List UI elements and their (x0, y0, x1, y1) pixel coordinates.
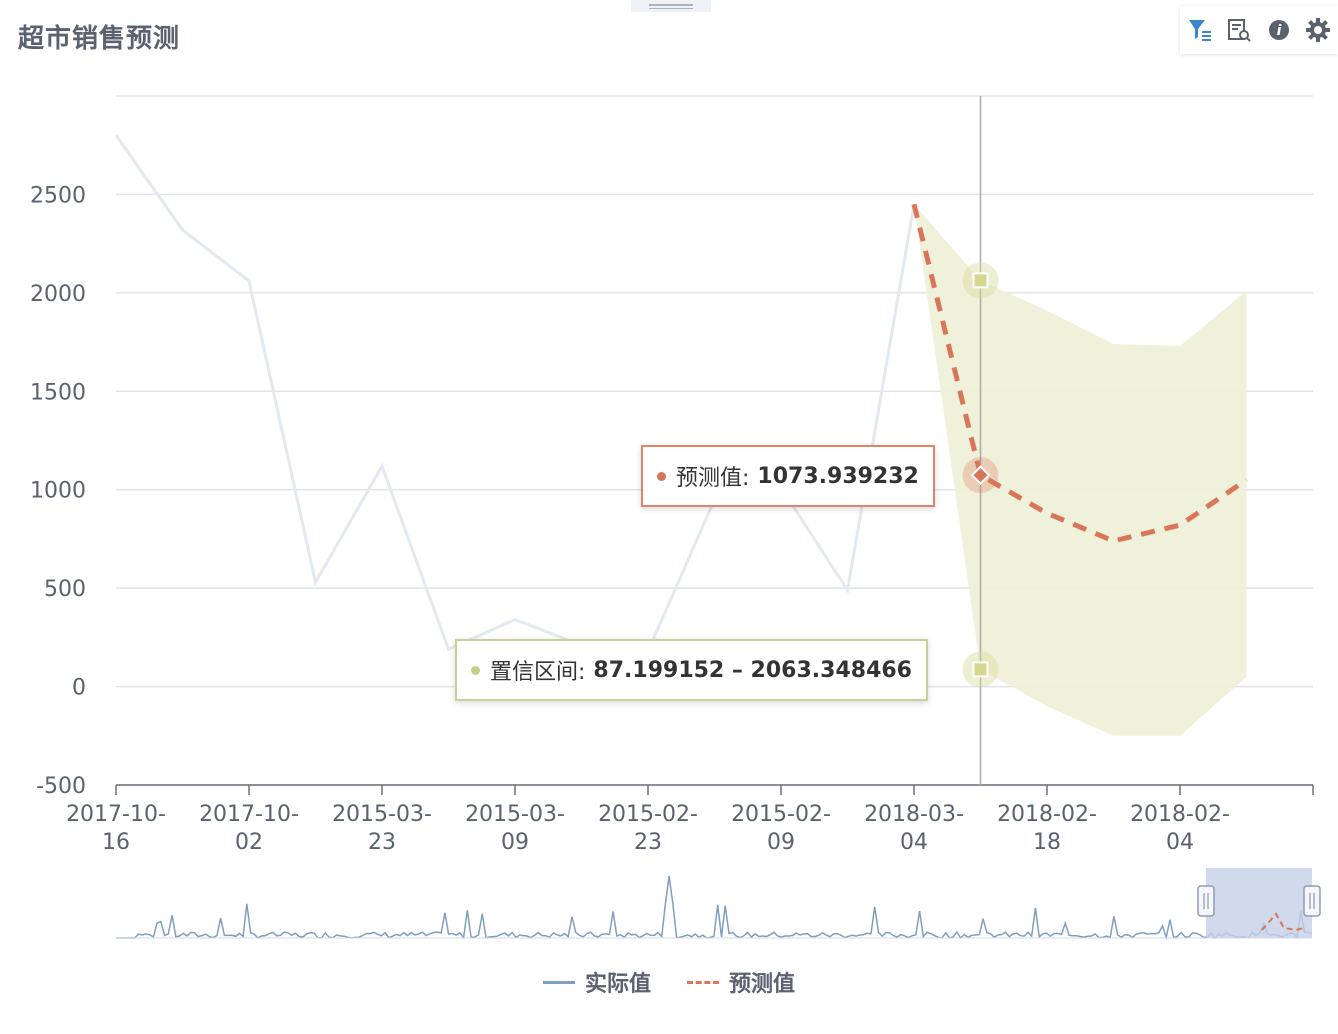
x-tick-label-line2: 09 (767, 830, 795, 855)
y-tick-label: 0 (72, 676, 86, 701)
interval-low-marker (972, 661, 989, 678)
x-tick-label-line2: 23 (368, 830, 396, 855)
overview-handle-right (1303, 885, 1321, 917)
overview-handle-left (1197, 885, 1215, 917)
overview-slider (116, 868, 1321, 941)
x-tick-label-line1: 2018-02- (1130, 802, 1230, 827)
y-tick-label: -500 (36, 774, 86, 799)
x-tick-label-line1: 2015-03- (465, 802, 565, 827)
forecast-tooltip-label: 预测值: (676, 466, 750, 491)
legend-swatch-forecast (687, 980, 719, 984)
x-tick-label-line2: 04 (900, 830, 928, 855)
y-tick-label: 2000 (30, 282, 86, 307)
interval-tooltip: 置信区间: 87.199152 – 2063.348466 (455, 639, 928, 701)
y-tick-label: 500 (44, 577, 86, 602)
x-axis: 2017-10- 16 2017-10- 02 2015-03- 23 2015-03- 09… (66, 784, 1314, 855)
y-tick-label: 1500 (30, 380, 86, 405)
x-tick-label-line1: 2015-02- (598, 802, 698, 827)
legend-label-actual: 实际值 (584, 972, 651, 997)
interval-tooltip-value: 87.199152 – 2063.348466 (593, 657, 912, 683)
legend-item-forecast[interactable]: 预测值 (687, 966, 795, 998)
legend-item-actual[interactable]: 实际值 (542, 966, 651, 998)
x-tick-label-line1: 2015-03- (332, 802, 432, 827)
legend: 实际值 预测值 (0, 966, 1338, 998)
legend-swatch-actual (542, 980, 575, 984)
x-tick-label-line2: 18 (1033, 830, 1061, 855)
x-tick-label-line2: 04 (1166, 830, 1194, 855)
forecast-dot (657, 471, 666, 481)
y-tick-label: 1000 (30, 479, 86, 504)
x-tick-label-line1: 2018-03- (864, 802, 964, 827)
x-tick-label-line1: 2015-02- (731, 802, 831, 827)
forecast-tooltip-value: 1073.939232 (757, 463, 919, 489)
x-tick-label-line1: 2017-10- (199, 802, 299, 827)
forecast-tooltip: 预测值: 1073.939232 (641, 445, 935, 507)
x-tick-label-line1: 2018-02- (997, 802, 1097, 827)
y-tick-label: 2500 (30, 183, 86, 208)
x-tick-label-line2: 09 (501, 830, 529, 855)
legend-label-forecast: 预测值 (729, 972, 796, 997)
y-axis: -500 0 500 1000 1500 2000 2500 (30, 183, 86, 799)
interval-high-marker (972, 272, 989, 289)
overview-sparkline (116, 875, 1313, 941)
interval-dot (471, 665, 480, 675)
actual-series-line (114, 134, 916, 653)
interval-tooltip-label: 置信区间: (490, 660, 586, 685)
x-tick-label-line2: 23 (634, 830, 662, 855)
x-tick-label-line2: 02 (235, 830, 263, 855)
overview-selection-window (1206, 868, 1312, 938)
x-tick-label-line1: 2017-10- (66, 802, 166, 827)
x-tick-label-line2: 16 (102, 830, 130, 855)
